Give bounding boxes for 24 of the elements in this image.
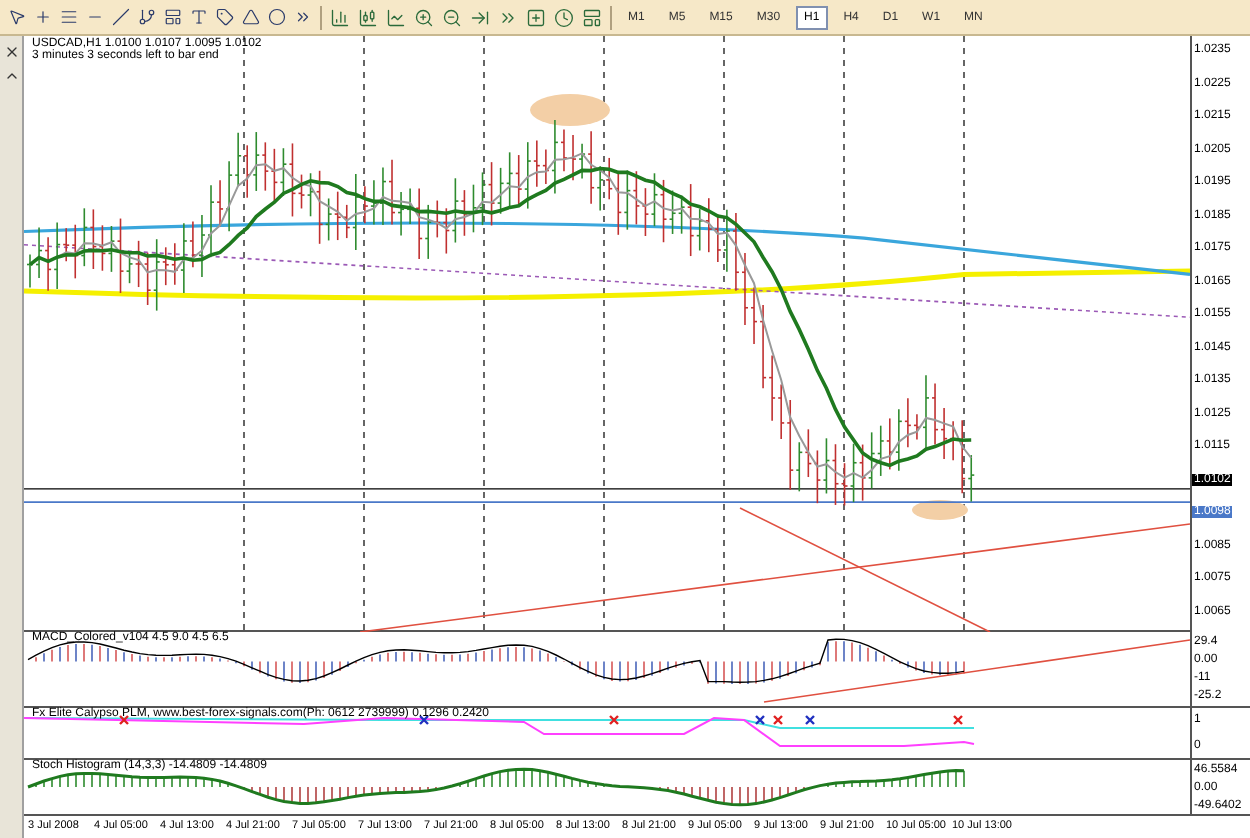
ellipse-icon[interactable] bbox=[268, 8, 286, 26]
arrows-icon[interactable] bbox=[294, 8, 312, 26]
zoom-in-icon[interactable] bbox=[414, 7, 434, 27]
close-icon[interactable] bbox=[3, 44, 19, 60]
cursor-icon[interactable] bbox=[8, 8, 26, 26]
template-icon[interactable] bbox=[582, 7, 602, 27]
crosshair-icon[interactable] bbox=[34, 8, 52, 26]
autoscroll-icon[interactable] bbox=[470, 7, 490, 27]
line-chart-icon[interactable] bbox=[386, 7, 406, 27]
candlestick-icon[interactable] bbox=[358, 7, 378, 27]
branch-icon[interactable] bbox=[138, 8, 156, 26]
trendline-icon[interactable] bbox=[112, 8, 130, 26]
grid-icon[interactable] bbox=[164, 8, 182, 26]
tag-icon[interactable] bbox=[216, 8, 234, 26]
add-indicator-icon[interactable] bbox=[526, 7, 546, 27]
triangle-icon[interactable] bbox=[242, 8, 260, 26]
text-icon[interactable] bbox=[190, 8, 208, 26]
chevron-up-icon[interactable] bbox=[3, 68, 19, 84]
zoom-out-icon[interactable] bbox=[442, 7, 462, 27]
bar-chart-icon[interactable] bbox=[330, 7, 350, 27]
chart-shift-icon[interactable] bbox=[498, 7, 518, 27]
highlight-ellipse bbox=[912, 500, 968, 520]
clock-icon[interactable] bbox=[554, 7, 574, 27]
highlight-ellipse bbox=[530, 94, 610, 126]
